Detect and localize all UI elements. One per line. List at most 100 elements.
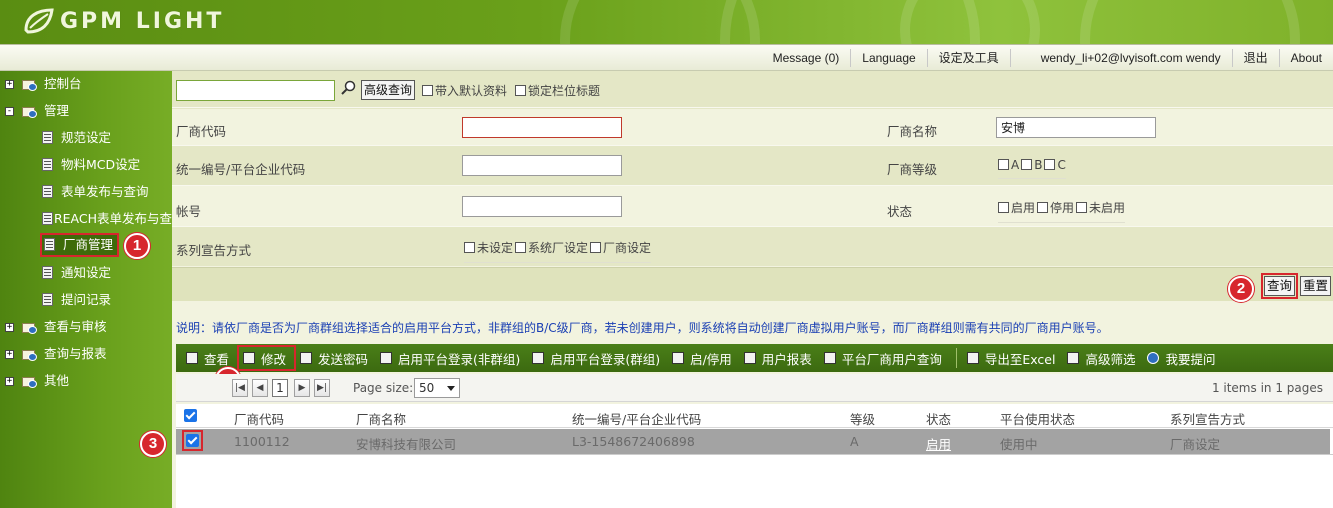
last-page-icon[interactable]: ▶| <box>314 379 330 397</box>
col-level[interactable]: 等级 <box>850 409 875 428</box>
collapse-icon[interactable]: - <box>5 106 14 116</box>
sidebar-item-vendor-management[interactable]: 厂商管理 <box>40 233 120 257</box>
checkbox[interactable] <box>422 85 433 96</box>
query-icon <box>823 352 836 364</box>
checkbox[interactable] <box>1021 159 1033 170</box>
reset-button[interactable]: 重置 <box>1300 276 1332 296</box>
search-icon[interactable] <box>340 80 356 96</box>
expand-icon[interactable]: + <box>5 322 14 332</box>
checkbox[interactable] <box>590 242 602 253</box>
search-input[interactable] <box>176 80 335 101</box>
advanced-query-button[interactable]: 高级查询 <box>361 80 416 100</box>
sidebar-item-other[interactable]: + 其他 <box>5 370 69 392</box>
declare-option-unset[interactable]: 未设定 <box>464 239 513 256</box>
user-report-button[interactable]: 用户报表 <box>740 347 820 369</box>
document-icon <box>672 352 685 364</box>
view-button[interactable]: 查看 <box>182 347 237 369</box>
sidebar-item-label: 查询与报表 <box>44 346 107 361</box>
expand-icon[interactable]: + <box>5 349 14 359</box>
checkbox[interactable] <box>998 159 1009 170</box>
level-option-a[interactable]: A <box>998 158 1019 172</box>
checkbox[interactable] <box>515 242 527 253</box>
status-option-not-enabled[interactable]: 未启用 <box>1076 199 1125 216</box>
col-status[interactable]: 状态 <box>926 409 951 428</box>
sidebar-item-dashboard[interactable]: + 控制台 <box>5 73 82 95</box>
checkbox[interactable] <box>1044 159 1056 170</box>
status-option-disabled[interactable]: 停用 <box>1037 199 1074 216</box>
status-option-enabled[interactable]: 启用 <box>998 199 1035 216</box>
col-vendor-name[interactable]: 厂商名称 <box>356 409 406 428</box>
toggle-enable-button[interactable]: 启/停用 <box>668 347 740 369</box>
col-platform-status[interactable]: 平台使用状态 <box>1000 409 1075 428</box>
status-label: 状态 <box>887 204 913 219</box>
sidebar-item-notify-settings[interactable]: 通知设定 <box>42 262 111 284</box>
declare-option-vendor[interactable]: 厂商设定 <box>590 239 651 256</box>
top-navigation: Message (0) Language 设定及工具 wendy_li+02@l… <box>0 44 1333 71</box>
checkbox[interactable] <box>464 242 475 253</box>
page-size-select[interactable]: 50 <box>414 378 460 398</box>
sidebar-item-management[interactable]: - 管理 <box>5 100 69 122</box>
edit-icon <box>243 352 256 364</box>
ask-question-button[interactable]: 我要提问 <box>1143 347 1223 369</box>
sidebar-item-question-records[interactable]: 提问记录 <box>42 289 111 311</box>
language-link[interactable]: Language <box>850 48 926 67</box>
page-icon <box>42 131 55 145</box>
app-logo: GPM LIGHT <box>22 6 224 36</box>
query-button[interactable]: 查询 <box>1264 276 1296 296</box>
next-page-icon[interactable]: ▶ <box>294 379 310 397</box>
edit-button[interactable]: 修改 <box>239 347 294 369</box>
report-icon <box>743 352 756 364</box>
col-vendor-code[interactable]: 厂商代码 <box>234 409 284 428</box>
expand-icon[interactable]: + <box>5 79 14 89</box>
send-password-button[interactable]: 发送密码 <box>296 347 376 369</box>
sidebar-item-form-publish[interactable]: 表单发布与查询 <box>42 181 149 203</box>
pager-info: 1 items in 1 pages <box>1211 381 1323 395</box>
level-option-c[interactable]: C <box>1044 158 1066 172</box>
sidebar-item-label: 通知设定 <box>61 265 112 280</box>
enable-nongroup-button[interactable]: 启用平台登录(非群组) <box>376 347 528 369</box>
checkbox[interactable] <box>1076 202 1088 213</box>
vendor-code-field[interactable] <box>462 117 622 138</box>
settings-tools-link[interactable]: 设定及工具 <box>926 48 1010 67</box>
sidebar-item-material-mcd[interactable]: 物料MCD设定 <box>42 154 140 176</box>
sidebar-item-reach-form[interactable]: REACH表单发布与查 <box>42 208 172 230</box>
account-field[interactable] <box>462 196 622 217</box>
sidebar-item-review[interactable]: + 查看与审核 <box>5 316 107 338</box>
logout-link[interactable]: 退出 <box>1231 48 1279 67</box>
expand-icon[interactable]: + <box>5 376 14 386</box>
unified-code-field[interactable] <box>462 155 622 176</box>
platform-user-query-button[interactable]: 平台厂商用户查询 <box>820 347 950 369</box>
vendor-name-field[interactable] <box>996 117 1156 138</box>
current-page[interactable]: 1 <box>272 379 288 397</box>
level-option-b[interactable]: B <box>1021 158 1042 172</box>
vendor-level-options: A B C <box>998 158 1066 179</box>
option-lock-title[interactable]: 锁定栏位标题 <box>515 82 600 99</box>
user-info: wendy_li+02@lvyisoft.com wendy <box>1009 48 1232 67</box>
checkbox[interactable] <box>515 85 527 96</box>
table-row[interactable]: 1100112 安博科技有限公司 L3-1548672406898 A 启用 使… <box>176 429 1330 454</box>
sidebar-item-reports[interactable]: + 查询与报表 <box>5 343 107 365</box>
about-link[interactable]: About <box>1278 48 1333 67</box>
declare-option-system[interactable]: 系统厂设定 <box>515 239 588 256</box>
first-page-icon[interactable]: |◀ <box>232 379 248 397</box>
row-checkbox[interactable] <box>186 434 199 447</box>
select-all-checkbox[interactable] <box>184 409 197 422</box>
checkbox[interactable] <box>998 202 1009 213</box>
page-icon <box>42 185 55 199</box>
option-default-data[interactable]: 带入默认资料 <box>422 82 507 99</box>
status-options: 启用 停用 未启用 <box>998 199 1126 223</box>
export-excel-button[interactable]: 导出至Excel <box>963 347 1064 369</box>
enable-group-button[interactable]: 启用平台登录(群组) <box>528 347 668 369</box>
prev-page-icon[interactable]: ◀ <box>252 379 268 397</box>
sidebar-item-label: 控制台 <box>44 76 82 91</box>
sidebar-item-spec-settings[interactable]: 规范设定 <box>42 127 111 149</box>
checkbox[interactable] <box>1037 202 1049 213</box>
col-unified-code[interactable]: 统一编号/平台企业代码 <box>572 409 701 428</box>
cell-status-link[interactable]: 启用 <box>926 434 951 453</box>
cell-vendor-code: 1100112 <box>234 434 290 449</box>
col-declare-method[interactable]: 系列宣告方式 <box>1170 409 1245 428</box>
message-link[interactable]: Message (0) <box>762 49 851 67</box>
header-decoration <box>900 0 1040 44</box>
folder-icon <box>22 320 38 334</box>
advanced-filter-button[interactable]: 高级筛选 <box>1063 347 1143 369</box>
